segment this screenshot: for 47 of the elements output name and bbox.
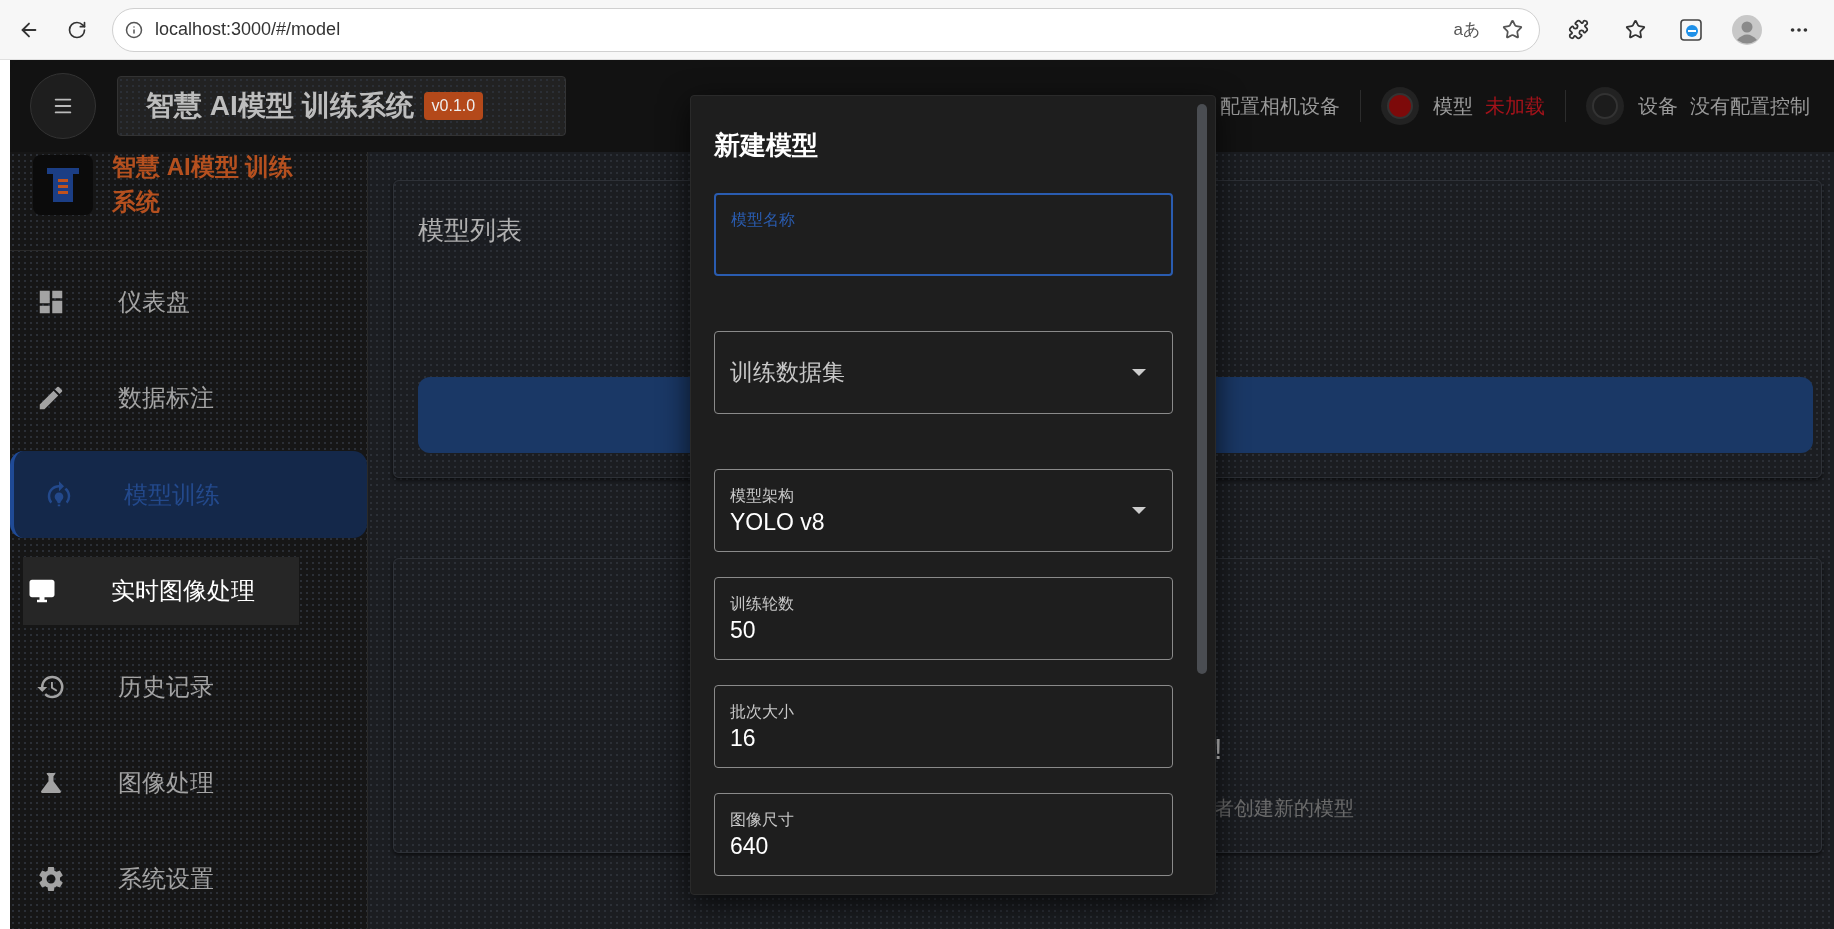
logo-icon	[33, 155, 93, 215]
field-value: 640	[730, 831, 770, 861]
nav-item[interactable]: 系统设置	[10, 831, 367, 927]
read-aloud-icon[interactable]: aあ	[1453, 16, 1480, 43]
input-field[interactable]: 图像尺寸 640	[714, 793, 1173, 876]
empty-title: !	[1214, 731, 1224, 767]
dialog-title: 新建模型	[714, 129, 819, 162]
scrollbar[interactable]	[1197, 104, 1207, 674]
version-badge: v0.1.0	[423, 92, 484, 120]
select-field[interactable]: 模型架构 YOLO v8	[714, 469, 1173, 552]
input-field[interactable]: 训练轮数 50	[714, 577, 1173, 660]
card-title: 模型列表	[418, 214, 522, 247]
status-value: 未加载	[1485, 94, 1545, 119]
status-label: 模型	[1433, 94, 1473, 119]
field-value: 16	[730, 723, 757, 753]
status-value: 没有配置控制	[1690, 94, 1810, 119]
field-value: YOLO v8	[730, 507, 826, 537]
avatar-icon[interactable]	[1732, 14, 1762, 45]
field-label: 批次大小	[730, 701, 795, 722]
extensions-icon[interactable]	[1568, 19, 1589, 40]
settings-icon	[36, 864, 66, 894]
empty-hint: 者创建新的模型	[1214, 796, 1355, 821]
nav-item[interactable]: 历史记录	[10, 639, 367, 735]
nav-item[interactable]: 仪表盘	[10, 254, 367, 350]
logo-text: 智慧 AI模型 训练系统	[112, 152, 295, 217]
url-text: localhost:3000/#/model	[155, 18, 341, 41]
field-value: 50	[730, 615, 757, 645]
refresh-icon	[67, 19, 87, 40]
nav-item[interactable]: 图像处理	[10, 735, 367, 831]
address-bar[interactable]: localhost:3000/#/model aあ	[112, 7, 1540, 52]
dropdown-caret-icon	[1132, 507, 1146, 514]
info-icon	[125, 20, 143, 39]
field-label: 模型架构	[730, 485, 795, 506]
star-icon[interactable]	[1502, 19, 1523, 40]
favorites-icon[interactable]	[1625, 19, 1646, 40]
nav-item[interactable]: 数据标注	[10, 350, 367, 446]
field-label: 模型名称	[731, 209, 796, 230]
field-label: 图像尺寸	[730, 809, 795, 830]
field-label: 训练轮数	[730, 593, 795, 614]
browser-logo-icon[interactable]	[1680, 18, 1702, 41]
status-label: 设备	[1638, 94, 1678, 119]
status-text: 配置相机设备	[1220, 94, 1340, 119]
app-title: 智慧 AI模型 训练系统	[146, 89, 414, 123]
select-field[interactable]: 训练数据集	[714, 331, 1173, 414]
input-field[interactable]: 批次大小 16	[714, 685, 1173, 768]
field-label: 训练数据集	[730, 358, 846, 388]
nav-item[interactable]: 实时图像处理	[23, 557, 299, 625]
